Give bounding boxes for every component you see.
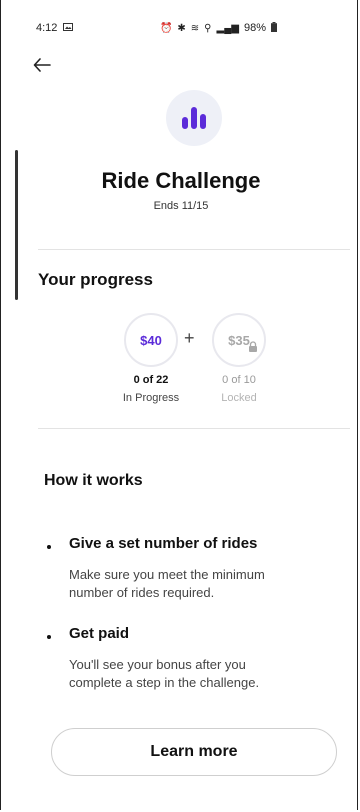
- tier-2-status: Locked: [221, 392, 257, 404]
- step-1-description: Make sure you meet the minimum number of…: [69, 566, 319, 602]
- step-2-description-line-1: You'll see your bonus after you: [69, 657, 246, 672]
- location-icon: ⚲: [204, 22, 212, 34]
- step-1-description-line-1: Make sure you meet the minimum: [69, 567, 265, 582]
- progress-heading: Your progress: [38, 270, 153, 289]
- step-1-description-line-2: number of rides required.: [69, 585, 215, 600]
- step-1-title: Give a set number of rides: [69, 535, 258, 552]
- divider: [38, 249, 350, 250]
- lock-icon: [248, 340, 258, 355]
- divider: [38, 428, 350, 429]
- phone-screen: 4:12 ⏰ ✱ ≋ ⚲ ▂▄▆ 98% Ride Challenge Ends…: [0, 0, 358, 810]
- arrow-left-icon: [33, 58, 51, 72]
- how-it-works-heading: How it works: [44, 472, 143, 489]
- status-bar: 4:12 ⏰ ✱ ≋ ⚲ ▂▄▆ 98%: [36, 18, 337, 38]
- step-2-description: You'll see your bonus after you complete…: [69, 656, 319, 692]
- tier-1-count: 0 of 22: [133, 374, 169, 386]
- bullet-icon: [47, 635, 51, 639]
- picture-icon: [63, 22, 74, 34]
- tier-2-amount: $35: [228, 332, 250, 348]
- challenge-badge: [166, 90, 222, 146]
- tier-1-status: In Progress: [122, 392, 180, 404]
- tier-1-amount: $40: [140, 332, 162, 348]
- signal-icon: ▂▄▆: [216, 22, 239, 34]
- alarm-icon: ⏰: [159, 22, 173, 34]
- tier-2-count: 0 of 10: [222, 374, 256, 386]
- status-time: 4:12: [36, 22, 58, 34]
- battery-icon: [271, 21, 277, 35]
- bluetooth-icon: ✱: [177, 22, 186, 34]
- wifi-icon: ≋: [190, 22, 200, 34]
- back-button[interactable]: [31, 54, 53, 76]
- plus-sign: +: [184, 328, 195, 348]
- tier-2-badge: $35: [212, 313, 266, 367]
- page-title: Ride Challenge: [101, 168, 261, 193]
- bar-chart-icon: [182, 107, 206, 129]
- bullet-icon: [47, 545, 51, 549]
- battery-percent: 98%: [243, 22, 266, 34]
- learn-more-button[interactable]: Learn more: [51, 728, 337, 776]
- challenge-end-date: Ends 11/15: [153, 200, 209, 212]
- tier-1-badge: $40: [124, 313, 178, 367]
- step-2-description-line-2: complete a step in the challenge.: [69, 675, 260, 690]
- step-2-title: Get paid: [69, 625, 130, 642]
